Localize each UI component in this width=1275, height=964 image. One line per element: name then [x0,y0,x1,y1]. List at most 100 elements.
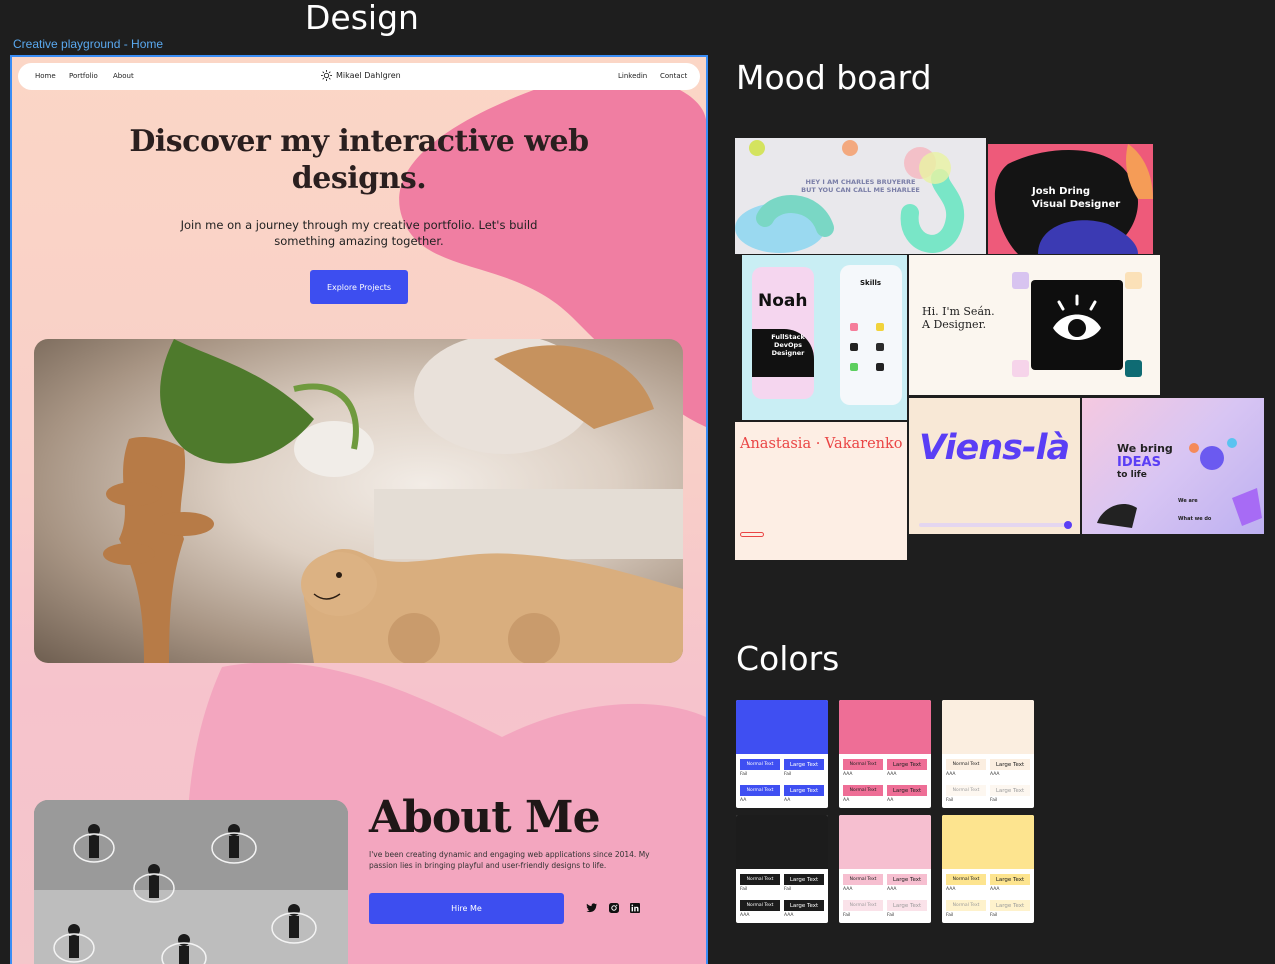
large-text-chip: Large Text [990,759,1030,770]
contrast-result-normal: Fail [946,913,954,918]
mood-ideas[interactable]: We bring IDEAS to life We are What we do [1082,398,1264,534]
color-swatch[interactable]: Normal Text Large Text AAA AAA Normal Text La… [942,700,1034,808]
large-text-chip: Large Text [784,759,824,770]
mood-josh-dring[interactable]: Josh Dring Visual Designer [988,144,1153,254]
contrast-result-normal: AAA [843,887,853,892]
normal-text-chip: Normal Text [843,900,883,911]
explore-projects-button[interactable]: Explore Projects [310,270,408,304]
contrast-result-normal: AA [843,798,850,803]
color-swatch[interactable]: Normal Text Large Text Fail Fail Normal Text… [736,700,828,808]
contrast-result-large: AAA [887,887,897,892]
noah-phone-right: Skills [840,265,902,405]
design-frame[interactable]: Home Portfolio About Mikael Dahlgren Lin… [10,55,708,964]
hero-subtitle: Join me on a journey through my creative… [180,218,538,248]
charles-line2: BUT YOU CAN CALL ME SHARLEE [801,186,920,194]
sun-icon [321,70,332,81]
brand[interactable]: Mikael Dahlgren [321,70,401,81]
swatch-color-block [736,815,828,869]
contrast-result-normal: Fail [740,887,748,892]
contrast-result-normal: Fail [740,772,748,777]
swatch-color-block [736,700,828,754]
normal-text-chip: Normal Text [740,874,780,885]
contrast-result-normal: AAA [946,887,956,892]
mood-noah[interactable]: Noah FullStack DevOps Designer Skills [742,255,907,420]
linkedin-icon[interactable] [629,902,641,914]
instagram-icon[interactable] [608,902,620,914]
swatch-color-block [942,815,1034,869]
contrast-result-large: Fail [990,913,998,918]
noah-phone-left: Noah FullStack DevOps Designer [752,267,814,399]
color-swatch[interactable]: Normal Text Large Text AAA AAA Normal Text La… [839,700,931,808]
contrast-result-large: AA [784,798,791,803]
charles-line1: HEY I AM CHARLES BRUYERRE [805,178,916,186]
large-text-chip: Large Text [784,874,824,885]
nav-link-portfolio[interactable]: Portfolio [69,72,98,80]
normal-text-chip: Normal Text [740,759,780,770]
normal-text-chip: Normal Text [843,785,883,796]
large-text-chip: Large Text [887,785,927,796]
large-text-chip: Large Text [990,874,1030,885]
contrast-result-normal: Fail [843,913,851,918]
large-text-chip: Large Text [887,900,927,911]
large-text-chip: Large Text [887,759,927,770]
nav-link-linkedin[interactable]: Linkedin [618,72,647,80]
swatch-color-block [942,700,1034,754]
contrast-result-normal: AA [740,798,747,803]
mood-anastasia-vakarenko[interactable]: Anastasia · Vakarenko [735,422,907,560]
about-heading: About Me [369,792,601,843]
color-swatch[interactable]: Normal Text Large Text AAA AAA Normal Text La… [839,815,931,923]
mood-charles-bruyerre[interactable]: HEY I AM CHARLES BRUYERRE BUT YOU CAN CA… [735,138,986,254]
normal-text-chip: Normal Text [946,759,986,770]
eye-icon [1031,280,1123,370]
nav-link-home[interactable]: Home [35,72,56,80]
contrast-result-large: Fail [784,887,792,892]
mood-sean[interactable]: Hi. I'm Seán. A Designer. [909,255,1160,395]
contrast-result-normal: Fail [946,798,954,803]
normal-text-chip: Normal Text [740,900,780,911]
sean-line1: Hi. I'm Seán. [922,305,995,318]
color-swatch[interactable]: Normal Text Large Text AAA AAA Normal Text La… [942,815,1034,923]
frame-label[interactable]: Creative playground - Home [13,37,163,51]
contrast-result-large: Fail [887,913,895,918]
large-text-chip: Large Text [990,785,1030,796]
contrast-result-normal: AAA [946,772,956,777]
josh-role: Visual Designer [1032,199,1121,210]
hero-image [34,339,683,663]
nav-link-contact[interactable]: Contact [660,72,687,80]
contrast-result-large: AAA [784,913,794,918]
twitter-icon[interactable] [586,902,598,914]
large-text-chip: Large Text [990,900,1030,911]
mood-viens-la[interactable]: Viens-là [909,398,1080,534]
design-section-title: Design [305,0,419,37]
contrast-result-large: Fail [990,798,998,803]
colors-title: Colors [736,639,840,678]
normal-text-chip: Normal Text [946,874,986,885]
normal-text-chip: Normal Text [843,874,883,885]
contrast-result-normal: AAA [843,772,853,777]
mood-board-title: Mood board [736,58,932,97]
anastasia-name: Anastasia · Vakarenko [740,436,903,452]
nav-link-about[interactable]: About [113,72,134,80]
large-text-chip: Large Text [784,900,824,911]
contrast-result-large: AA [887,798,894,803]
noah-skills: Skills [860,279,882,287]
top-navigation: Home Portfolio About Mikael Dahlgren Lin… [18,63,700,90]
noah-name: Noah [758,291,808,311]
brand-name: Mikael Dahlgren [336,71,401,80]
normal-text-chip: Normal Text [843,759,883,770]
about-image [34,800,348,964]
contrast-result-large: AAA [990,887,1000,892]
contrast-result-large: AAA [990,772,1000,777]
sean-line2: A Designer. [922,318,987,331]
hire-me-button[interactable]: Hire Me [369,893,564,924]
large-text-chip: Large Text [887,874,927,885]
normal-text-chip: Normal Text [946,900,986,911]
hero-heading: Discover my interactive web designs. [129,124,589,196]
color-swatch[interactable]: Normal Text Large Text Fail Fail Normal Text… [736,815,828,923]
swatch-color-block [839,815,931,869]
normal-text-chip: Normal Text [946,785,986,796]
swatch-color-block [839,700,931,754]
noah-role: FullStack DevOps Designer [771,333,805,357]
about-text: I've been creating dynamic and engaging … [369,850,650,870]
contrast-result-normal: AAA [740,913,750,918]
